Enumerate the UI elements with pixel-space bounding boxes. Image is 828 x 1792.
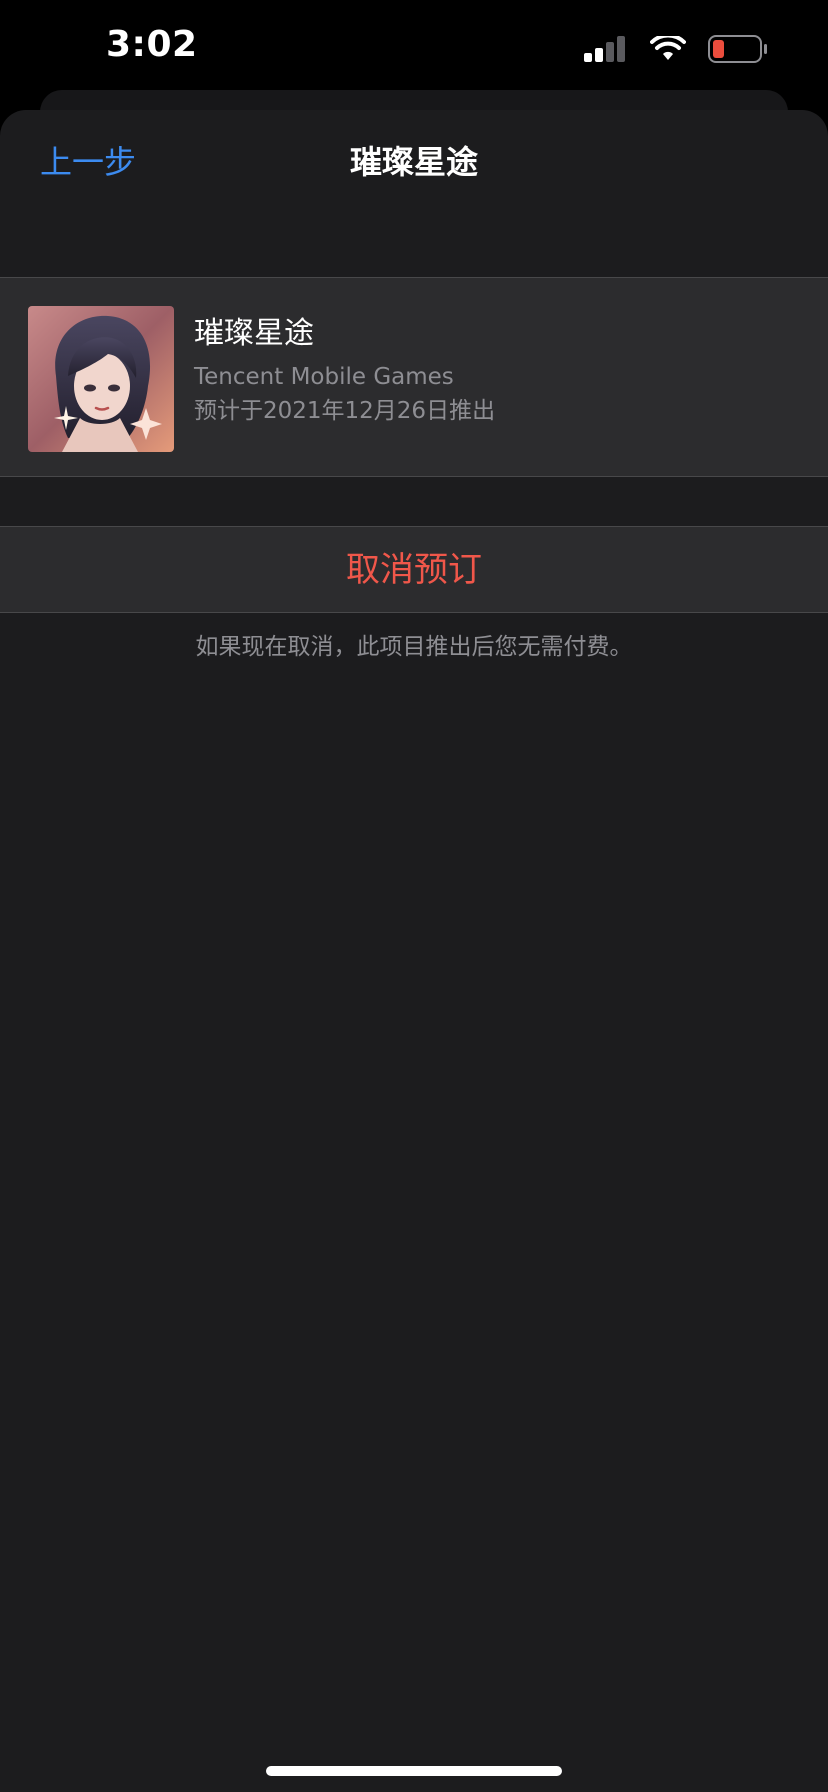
app-developer: Tencent Mobile Games <box>194 364 454 390</box>
preorder-sheet: 上一步 璀璨星途 璀璨星途 Tencent Mobile Games 预计于20… <box>0 110 828 1792</box>
battery-low-icon <box>708 35 768 63</box>
nav-bar: 上一步 璀璨星途 <box>0 110 828 220</box>
page-title: 璀璨星途 <box>349 143 478 181</box>
status-bar: 3:02 <box>0 0 828 100</box>
app-row: 璀璨星途 Tencent Mobile Games 预计于2021年12月26日… <box>0 277 828 477</box>
cancel-preorder-button[interactable]: 取消预订 <box>0 526 828 613</box>
cancel-preorder-label: 取消预订 <box>346 549 482 590</box>
home-indicator[interactable] <box>266 1766 562 1776</box>
status-time: 3:02 <box>106 24 198 65</box>
status-icons <box>584 34 768 64</box>
cellular-signal-icon <box>584 36 628 62</box>
wifi-icon <box>650 36 686 62</box>
app-icon <box>28 306 174 452</box>
app-name: 璀璨星途 <box>194 316 314 351</box>
app-release-date: 预计于2021年12月26日推出 <box>194 398 496 424</box>
cancel-footnote: 如果现在取消，此项目推出后您无需付费。 <box>195 634 633 660</box>
screen: 3:02 上一步 璀璨星途 璀璨星途 Tencent Mobile Games … <box>0 0 828 1792</box>
